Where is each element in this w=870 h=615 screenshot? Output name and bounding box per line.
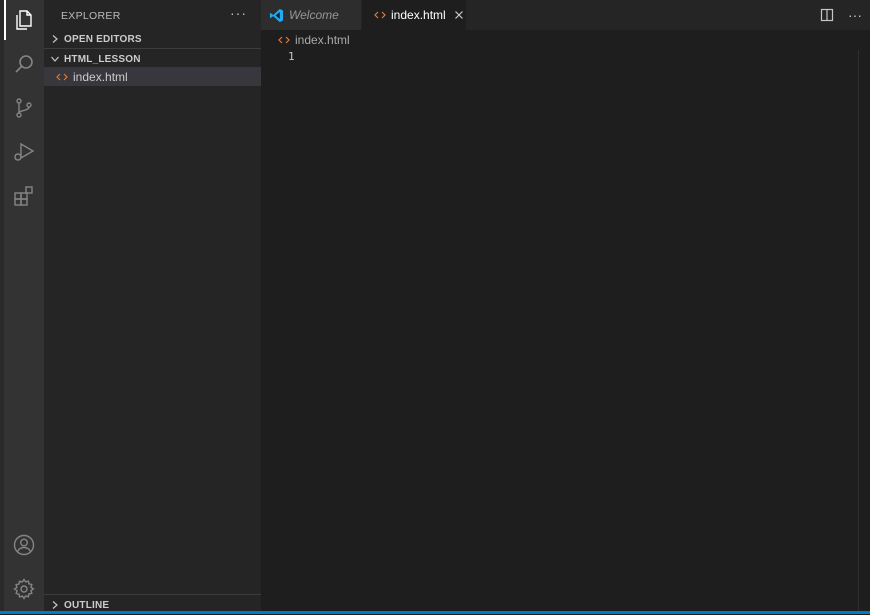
- tab-welcome[interactable]: Welcome: [261, 0, 361, 30]
- vertical-scrollbar[interactable]: [858, 50, 870, 611]
- sidebar-header: EXPLORER ···: [44, 0, 261, 30]
- tab-index-html[interactable]: index.html: [362, 0, 466, 30]
- open-editors-label: OPEN EDITORS: [64, 33, 142, 45]
- line-number: 1: [288, 50, 295, 63]
- vscode-logo-icon: [269, 8, 284, 23]
- folder-section[interactable]: HTML_LESSON: [44, 48, 261, 69]
- account-icon: [13, 534, 35, 556]
- code-editor[interactable]: 1: [261, 50, 858, 611]
- editor-more-actions-button[interactable]: ···: [840, 0, 870, 30]
- explorer-sidebar: EXPLORER ··· OPEN EDITORS HTML_LESSON in…: [44, 0, 261, 614]
- settings-gear-icon: [13, 578, 35, 600]
- explorer-button[interactable]: [4, 0, 44, 40]
- split-editor-icon: [820, 8, 834, 22]
- file-tree-item[interactable]: index.html: [44, 67, 261, 86]
- account-button[interactable]: [4, 525, 44, 565]
- tab-label: index.html: [391, 8, 446, 22]
- html-file-icon: [374, 10, 386, 20]
- manage-button[interactable]: [4, 569, 44, 609]
- editor-tab-bar: Welcome index.html ···: [261, 0, 870, 30]
- search-button[interactable]: [4, 44, 44, 84]
- editor-actions: ···: [814, 0, 870, 30]
- extensions-icon: [14, 186, 33, 206]
- breadcrumb-file[interactable]: index.html: [295, 33, 350, 47]
- source-control-button[interactable]: [4, 88, 44, 128]
- close-icon[interactable]: [452, 8, 466, 22]
- chevron-right-icon: [47, 31, 63, 47]
- html-file-icon: [56, 72, 70, 82]
- explorer-icon: [16, 10, 32, 30]
- file-name: index.html: [73, 69, 128, 84]
- sidebar-title: EXPLORER: [61, 10, 121, 22]
- folder-label: HTML_LESSON: [64, 53, 141, 65]
- search-icon: [15, 55, 33, 73]
- split-editor-button[interactable]: [814, 0, 840, 30]
- run-debug-button[interactable]: [4, 132, 44, 172]
- activity-bar: [4, 0, 44, 614]
- run-debug-icon: [14, 142, 35, 161]
- outline-label: OUTLINE: [64, 599, 110, 611]
- sidebar-more-actions-button[interactable]: ···: [230, 5, 247, 21]
- source-control-icon: [16, 98, 32, 118]
- tab-label: Welcome: [289, 8, 339, 22]
- extensions-button[interactable]: [4, 176, 44, 216]
- html-file-icon: [278, 35, 290, 45]
- chevron-down-icon: [47, 51, 63, 67]
- breadcrumb: index.html: [261, 30, 870, 50]
- open-editors-section[interactable]: OPEN EDITORS: [44, 29, 261, 49]
